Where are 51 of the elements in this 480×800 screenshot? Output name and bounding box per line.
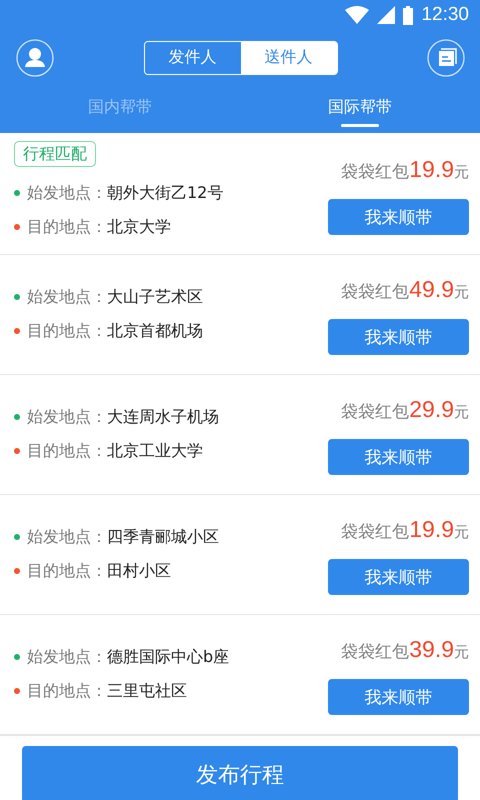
price-amount: 29.9 <box>409 396 454 423</box>
price-label: 袋袋红包 <box>341 521 410 543</box>
tab[interactable]: 国内帮带 <box>0 85 240 133</box>
carry-button[interactable]: 我来顺带 <box>328 439 469 475</box>
stop-label: 目的地点： <box>27 320 107 342</box>
price-amount: 19.9 <box>409 516 454 543</box>
stop-address: 三里屯社区 <box>107 680 187 702</box>
clock-time: 12:30 <box>421 4 469 26</box>
profile-icon[interactable] <box>16 38 54 76</box>
stop-address: 大山子艺术区 <box>107 286 203 308</box>
stop-label: 始发地点： <box>27 406 107 428</box>
carry-button[interactable]: 我来顺带 <box>328 319 469 355</box>
stop-label: 目的地点： <box>27 440 107 462</box>
price-amount: 49.9 <box>409 276 454 303</box>
stop-address: 朝外大街乙12号 <box>107 182 224 204</box>
price-label: 袋袋红包 <box>341 401 410 423</box>
stop-label: 始发地点： <box>27 526 107 548</box>
price-unit: 元 <box>454 163 469 182</box>
stop-label: 始发地点： <box>27 182 107 204</box>
tab[interactable]: 国际帮带 <box>240 85 480 133</box>
stop-label: 始发地点： <box>27 646 107 668</box>
stop-label: 目的地点： <box>27 680 107 702</box>
signal-icon <box>377 6 396 24</box>
price-amount: 39.9 <box>409 636 454 663</box>
match-tag: 行程匹配 <box>14 141 96 167</box>
price-label: 袋袋红包 <box>341 281 410 303</box>
carry-button[interactable]: 我来顺带 <box>328 559 469 595</box>
stop-label: 始发地点： <box>27 286 107 308</box>
price-unit: 元 <box>454 403 469 422</box>
stop-address: 北京首都机场 <box>107 320 203 342</box>
carry-button[interactable]: 我来顺带 <box>328 199 469 235</box>
stop-address: 大连周水子机场 <box>107 406 219 428</box>
stop-address: 北京工业大学 <box>107 440 203 462</box>
battery-icon <box>403 6 414 24</box>
price-label: 袋袋红包 <box>341 641 410 663</box>
stop-address: 四季青郦城小区 <box>107 526 219 548</box>
price-label: 袋袋红包 <box>341 161 410 183</box>
stop-address: 田村小区 <box>107 560 171 582</box>
stop-label: 目的地点： <box>27 560 107 582</box>
price-unit: 元 <box>454 643 469 662</box>
segment-button[interactable]: 送件人 <box>240 42 336 74</box>
stop-address: 德胜国际中心b座 <box>107 646 230 668</box>
stop-address: 北京大学 <box>107 216 171 238</box>
price-unit: 元 <box>454 283 469 302</box>
stop-label: 目的地点： <box>27 216 107 238</box>
price-unit: 元 <box>454 523 469 542</box>
wifi-icon <box>345 6 370 24</box>
carry-button[interactable]: 我来顺带 <box>328 679 469 715</box>
publish-trip-button[interactable]: 发布行程 <box>22 746 458 800</box>
price-amount: 19.9 <box>409 156 454 183</box>
message-icon[interactable] <box>427 38 465 76</box>
